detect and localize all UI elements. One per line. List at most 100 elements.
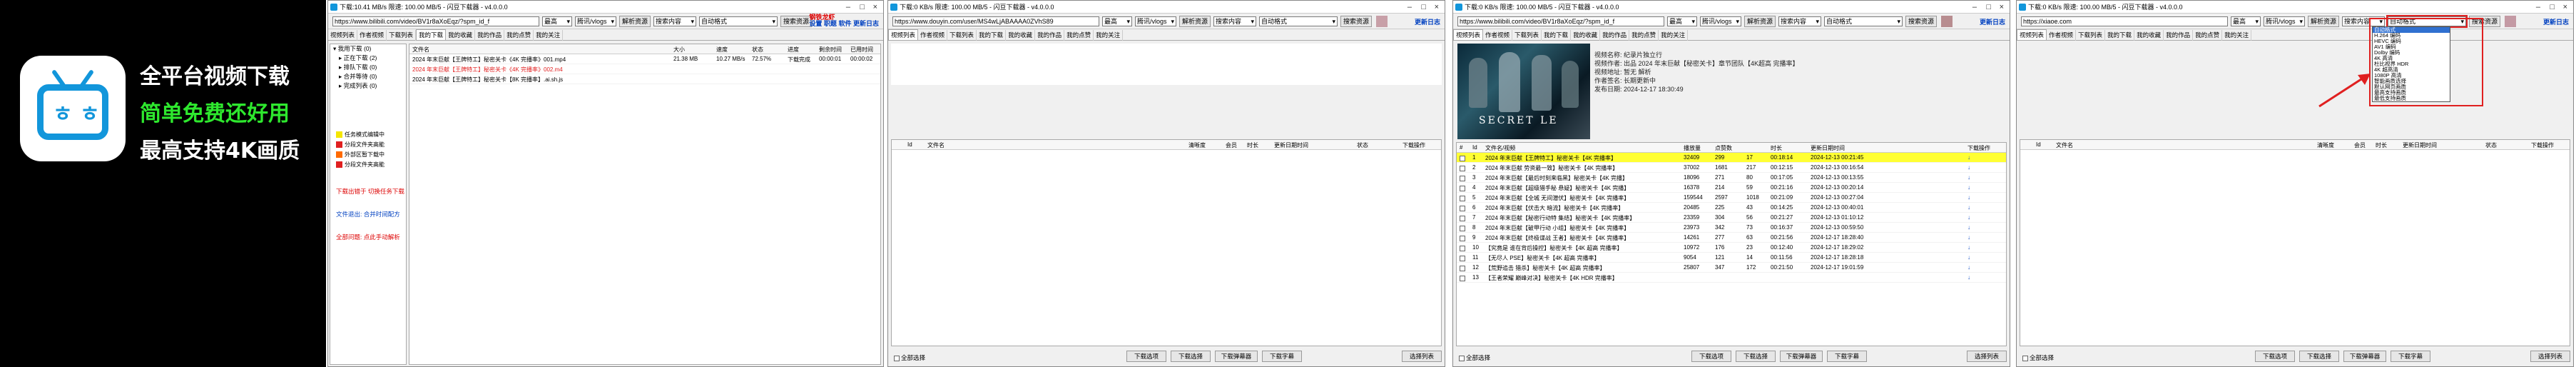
download-selected-button[interactable]: 下载选择	[2299, 351, 2339, 362]
tab-follows[interactable]: 我的关注	[2222, 30, 2252, 41]
mode-select[interactable]: 腾讯/vlogs	[575, 16, 616, 26]
tab-likes[interactable]: 我的点赞	[2193, 30, 2223, 41]
table-row[interactable]: 2024 年末巨献【王牌特工】秘密关卡《4K 完播率》002.m4	[409, 64, 880, 74]
quality-select[interactable]: 最高	[542, 16, 572, 26]
tab-my-downloads[interactable]: 我的下载	[416, 29, 447, 40]
download-icon[interactable]: ↓	[1967, 174, 1970, 181]
table-row[interactable]: 13 【王者荣耀 巅峰对决】秘密关卡【4K HDR 完播率】 ↓	[1457, 273, 2006, 283]
download-selected-button[interactable]: 下载选择	[1171, 351, 1211, 362]
col-header[interactable]: 文件名	[927, 141, 945, 149]
select-list-button[interactable]: 选择列表	[1402, 351, 1442, 362]
col-header[interactable]: 下载操作	[2531, 141, 2554, 149]
download-icon[interactable]: ↓	[1967, 264, 1970, 271]
close-icon[interactable]: ×	[2000, 1, 2004, 14]
minimize-icon[interactable]: –	[2536, 1, 2540, 14]
format-select[interactable]: 自动格式	[699, 16, 778, 26]
avatar[interactable]	[2505, 16, 2516, 27]
tab-works[interactable]: 我的作品	[1600, 30, 1630, 41]
quality-select[interactable]: 最高	[1667, 16, 1697, 26]
tab-works[interactable]: 我的作品	[1035, 30, 1065, 41]
maximize-icon[interactable]: □	[860, 1, 865, 14]
tab-follows[interactable]: 我的关注	[1659, 30, 1689, 41]
table-row[interactable]: 7 2024 年末巨献【秘密行动特 集结】秘密关卡【4K 完播率】 23359 304…	[1457, 213, 2006, 223]
minimize-icon[interactable]: –	[1407, 1, 1412, 14]
mode-select[interactable]: 腾讯/vlogs	[1135, 16, 1176, 26]
tree-item[interactable]: ▸ 合并等待 (0)	[330, 72, 406, 81]
url-input[interactable]: https://xiaoe.com	[2021, 16, 2228, 26]
link-topics[interactable]: 职题	[824, 20, 837, 27]
minimize-icon[interactable]: –	[1972, 1, 1977, 14]
table-row[interactable]: 1 2024 年末巨献【王牌特工】秘密关卡【4K 完播率】 32409 299 17 00…	[1457, 153, 2006, 163]
link-changelog[interactable]: 更新日志	[1415, 19, 1440, 26]
col-header[interactable]: 清晰度	[1188, 141, 1206, 149]
link-settings[interactable]: 设置	[809, 20, 822, 27]
download-danmaku-button[interactable]: 下载弹幕器	[2343, 351, 2386, 362]
col-header[interactable]: 速度	[716, 46, 728, 54]
download-icon[interactable]: ↓	[1967, 254, 1970, 261]
download-icon[interactable]: ↓	[1967, 224, 1970, 231]
url-input[interactable]: https://www.bilibili.com/video/BV1r8aXoE…	[1457, 16, 1664, 26]
table-row[interactable]: 5 2024 年末巨献【全城 无间潜伏】秘密关卡【4K 完播率】 159544 259…	[1457, 193, 2006, 203]
table-row[interactable]: 2024 年末巨献【王牌特工】秘密关卡《4K 完播率》001.mp4 21.38…	[409, 54, 880, 64]
tree-item[interactable]: ▸ 正在下载 (2)	[330, 54, 406, 63]
download-selected-button[interactable]: 下载选择	[1736, 351, 1776, 362]
maximize-icon[interactable]: □	[2550, 1, 2555, 14]
tab-download-list[interactable]: 下载列表	[1512, 30, 1542, 41]
close-icon[interactable]: ×	[2563, 1, 2567, 14]
quality-select[interactable]: 最高	[1102, 16, 1132, 26]
tab-my-downloads[interactable]: 我的下载	[1542, 30, 1572, 41]
tab-likes[interactable]: 我的点赞	[1629, 30, 1659, 41]
video-thumbnail[interactable]: SECRET LE	[1457, 44, 1590, 139]
format-select[interactable]: 自动格式	[1824, 16, 1903, 26]
download-icon[interactable]: ↓	[1967, 274, 1970, 281]
tab-author-videos[interactable]: 作者视频	[357, 30, 387, 41]
link-software[interactable]: 软件	[838, 20, 851, 27]
search-button[interactable]: 搜索资源	[780, 16, 812, 27]
col-header[interactable]: 状态	[2485, 141, 2497, 149]
download-icon[interactable]: ↓	[1967, 244, 1970, 251]
col-header[interactable]: 会员	[1226, 141, 1237, 149]
col-header[interactable]: 更新日期时间	[1811, 144, 1845, 152]
link-changelog[interactable]: 更新日志	[853, 20, 879, 27]
download-icon[interactable]: ↓	[1967, 184, 1970, 191]
col-header[interactable]: 时长	[2376, 141, 2387, 149]
select-list-button[interactable]: 选择列表	[2530, 351, 2570, 362]
link-changelog[interactable]: 更新日志	[2543, 19, 2569, 26]
table-row[interactable]: 8 2024 年末巨献【破甲行动 小组】秘密关卡【4K 完播率】 23973 342 7…	[1457, 223, 2006, 233]
url-input[interactable]: https://www.bilibili.com/video/BV1r8aXoE…	[332, 16, 539, 26]
tab-favorites[interactable]: 我的收藏	[1571, 30, 1601, 41]
download-subtitle-button[interactable]: 下载字幕	[1827, 351, 1867, 362]
col-header[interactable]: 点赞数	[1715, 144, 1732, 152]
maximize-icon[interactable]: □	[1421, 1, 1426, 14]
tab-video-list[interactable]: 视频列表	[328, 30, 358, 41]
col-header[interactable]: #	[1460, 144, 1462, 151]
download-icon[interactable]: ↓	[1967, 154, 1970, 161]
mode-select[interactable]: 腾讯/vlogs	[1700, 16, 1741, 26]
site-select[interactable]: 搜索内容	[653, 16, 696, 26]
tab-download-list[interactable]: 下载列表	[947, 30, 977, 41]
url-input[interactable]: https://www.douyin.com/user/MS4wLjABAAAA…	[892, 16, 1099, 26]
tab-likes[interactable]: 我的点赞	[504, 30, 534, 41]
tab-likes[interactable]: 我的点赞	[1064, 30, 1094, 41]
col-header[interactable]: 文件名	[412, 46, 429, 54]
minimize-icon[interactable]: –	[846, 1, 850, 14]
site-select[interactable]: 搜索内容	[1778, 16, 1821, 26]
select-list-button[interactable]: 选择列表	[1967, 351, 2007, 362]
col-header[interactable]: 更新日期时间	[2403, 141, 2437, 149]
select-all-checkbox[interactable]: 全部选择	[2022, 353, 2054, 362]
tree-item[interactable]: ▸ 排队下载 (0)	[330, 63, 406, 72]
table-row[interactable]: 3 2024 年末巨献【最后时刻来临黑】秘密关卡【4K 完播】 18096 271 80…	[1457, 173, 2006, 183]
download-options-button[interactable]: 下载选项	[2255, 351, 2295, 362]
col-header[interactable]: 已用时间	[850, 46, 873, 54]
download-danmaku-button[interactable]: 下载弹幕器	[1215, 351, 1258, 362]
col-header[interactable]: 文件名	[2056, 141, 2073, 149]
table-row[interactable]: 9 2024 年末巨献【终极谍战 王者】秘密关卡【4K 完播率】 14261 277 6…	[1457, 233, 2006, 243]
col-header[interactable]: 下载操作	[1402, 141, 1425, 149]
tab-download-list[interactable]: 下载列表	[2076, 30, 2106, 41]
maximize-icon[interactable]: □	[1986, 1, 1991, 14]
note-error[interactable]: 下载出错于 切换任务下载	[333, 187, 404, 196]
col-header[interactable]: 下载操作	[1967, 144, 1990, 152]
note-exit[interactable]: 文件退出: 合并时间配方	[333, 210, 400, 219]
col-header[interactable]: 大小	[673, 46, 685, 54]
parse-button[interactable]: 解析资源	[1744, 16, 1776, 27]
